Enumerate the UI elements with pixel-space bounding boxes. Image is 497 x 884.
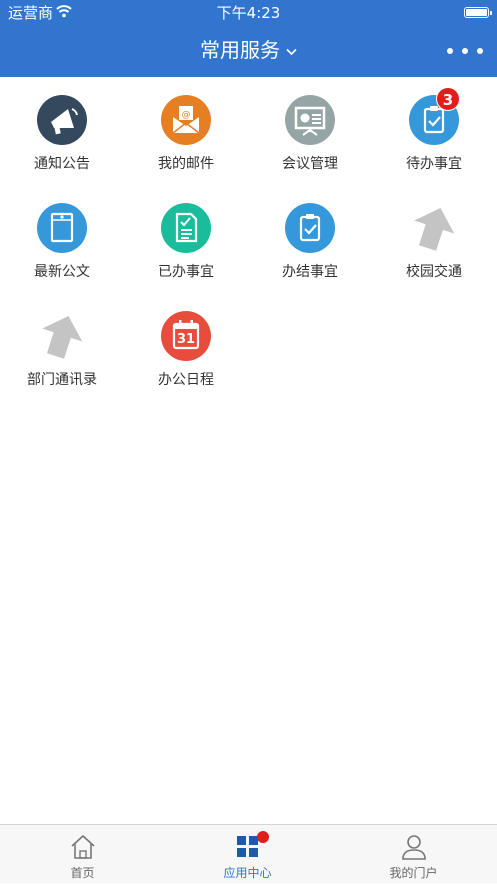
clipboard-check-icon xyxy=(285,203,335,253)
tab-notification-dot xyxy=(257,831,269,843)
mail-icon: @ xyxy=(161,95,211,145)
service-item-meetings[interactable]: 会议管理 xyxy=(248,77,372,181)
service-item-latest-documents[interactable]: 最新公文 xyxy=(0,185,124,289)
service-item-my-mail[interactable]: @ 我的邮件 xyxy=(124,77,248,181)
svg-text:@: @ xyxy=(182,110,191,120)
status-time: 下午4:23 xyxy=(216,4,281,22)
status-bar: 运营商 下午4:23 xyxy=(0,0,497,26)
document-envelope-icon xyxy=(37,203,87,253)
user-icon xyxy=(402,835,426,860)
service-label: 会议管理 xyxy=(282,156,338,172)
service-label: 办结事宜 xyxy=(282,264,338,280)
placeholder-arrow-icon xyxy=(37,311,87,361)
calendar-icon: 31 xyxy=(161,311,211,361)
tab-home[interactable]: 首页 xyxy=(0,825,165,884)
chevron-down-icon xyxy=(286,48,297,55)
page-title: 常用服务 xyxy=(200,38,280,62)
service-label: 最新公文 xyxy=(34,264,90,280)
service-label: 通知公告 xyxy=(34,156,90,172)
service-item-closed-tasks[interactable]: 办结事宜 xyxy=(248,185,372,289)
tab-bar: 首页 应用中心 我的门户 xyxy=(0,824,497,883)
megaphone-icon xyxy=(37,95,87,145)
service-item-pending-tasks[interactable]: 待办事宜 xyxy=(372,77,496,181)
page-title-dropdown[interactable]: 常用服务 xyxy=(0,36,497,64)
service-label: 部门通讯录 xyxy=(27,372,97,388)
service-item-office-schedule[interactable]: 31 办公日程 xyxy=(124,293,248,397)
tab-label: 我的门户 xyxy=(389,866,438,880)
home-icon xyxy=(71,834,95,859)
service-item-notices[interactable]: 通知公告 xyxy=(0,77,124,181)
tab-label: 应用中心 xyxy=(223,866,272,880)
app-header: 运营商 下午4:23 常用服务 xyxy=(0,0,497,77)
calendar-date: 31 xyxy=(176,332,196,347)
service-item-completed-tasks[interactable]: 已办事宜 xyxy=(124,185,248,289)
service-item-campus-transport[interactable]: 校园交通 xyxy=(372,185,496,289)
placeholder-arrow-icon xyxy=(409,203,459,253)
presentation-board-icon xyxy=(285,95,335,145)
document-check-icon xyxy=(161,203,211,253)
tab-app-center[interactable]: 应用中心 xyxy=(165,825,330,884)
service-item-department-directory[interactable]: 部门通讯录 xyxy=(0,293,124,397)
more-options-icon[interactable] xyxy=(443,38,487,62)
service-label: 校园交通 xyxy=(406,264,462,280)
service-label: 我的邮件 xyxy=(158,156,214,172)
tab-label: 首页 xyxy=(70,866,95,880)
tab-my-portal[interactable]: 我的门户 xyxy=(331,825,496,884)
service-label: 办公日程 xyxy=(158,372,214,388)
notification-badge: 3 xyxy=(436,87,460,111)
battery-icon xyxy=(464,7,492,18)
service-grid: 通知公告 @ 我的邮件 会议管理 待办事宜 最新公文 已办事宜 办结事宜 校园交… xyxy=(0,77,497,824)
service-label: 待办事宜 xyxy=(406,156,462,172)
service-label: 已办事宜 xyxy=(158,264,214,280)
